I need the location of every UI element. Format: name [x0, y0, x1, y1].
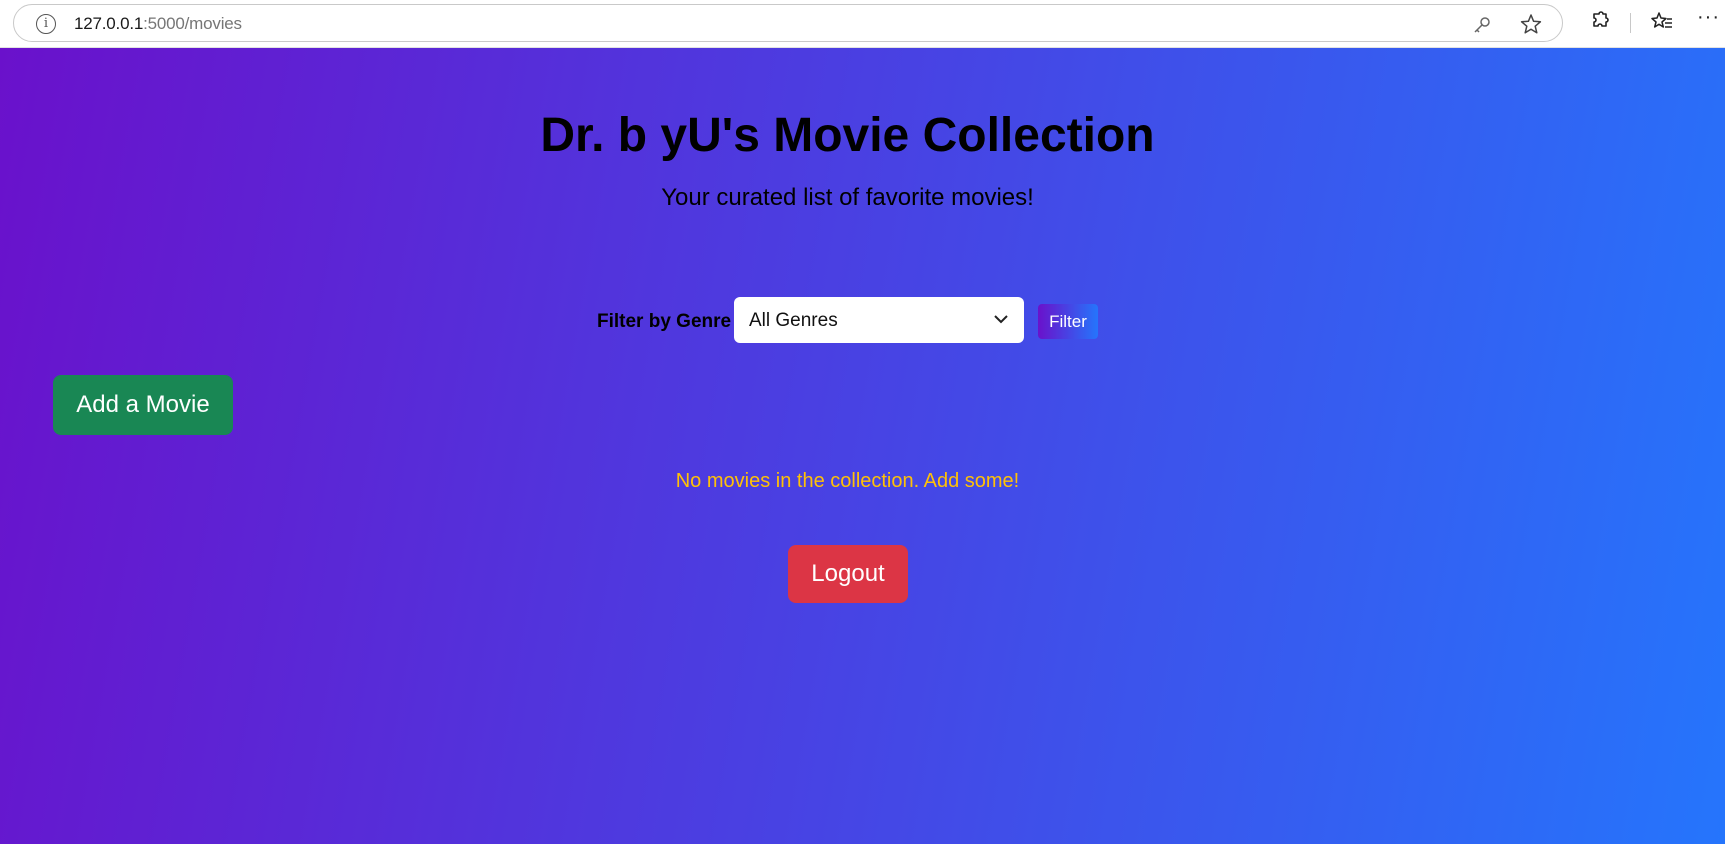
- address-bar[interactable]: i 127.0.0.1:5000/movies: [13, 4, 1563, 42]
- star-icon[interactable]: [1520, 13, 1542, 35]
- url-path: :5000/movies: [143, 14, 242, 33]
- favorites-icon[interactable]: [1650, 10, 1674, 34]
- filter-label: Filter by Genre: [597, 311, 732, 332]
- extensions-icon[interactable]: [1587, 10, 1611, 34]
- info-icon[interactable]: i: [36, 14, 56, 34]
- page-title: Dr. b yU's Movie Collection: [540, 109, 1155, 162]
- page-body: Dr. b yU's Movie Collection Your curated…: [0, 48, 1725, 844]
- chevron-down-icon: [994, 315, 1008, 324]
- genre-select[interactable]: All Genres: [734, 297, 1024, 343]
- key-icon[interactable]: [1472, 15, 1492, 35]
- url-host: 127.0.0.1: [74, 14, 144, 33]
- more-icon[interactable]: ···: [1697, 7, 1725, 32]
- genre-select-value: All Genres: [749, 310, 838, 331]
- browser-toolbar: i 127.0.0.1:5000/movies ···: [0, 0, 1725, 48]
- toolbar-divider: [1630, 13, 1631, 33]
- filter-button[interactable]: Filter: [1038, 304, 1098, 339]
- add-movie-button[interactable]: Add a Movie: [53, 375, 233, 435]
- page-subtitle: Your curated list of favorite movies!: [661, 184, 1034, 211]
- empty-collection-message: No movies in the collection. Add some!: [675, 470, 1020, 492]
- url-text[interactable]: 127.0.0.1:5000/movies: [74, 14, 242, 34]
- logout-button[interactable]: Logout: [788, 545, 908, 603]
